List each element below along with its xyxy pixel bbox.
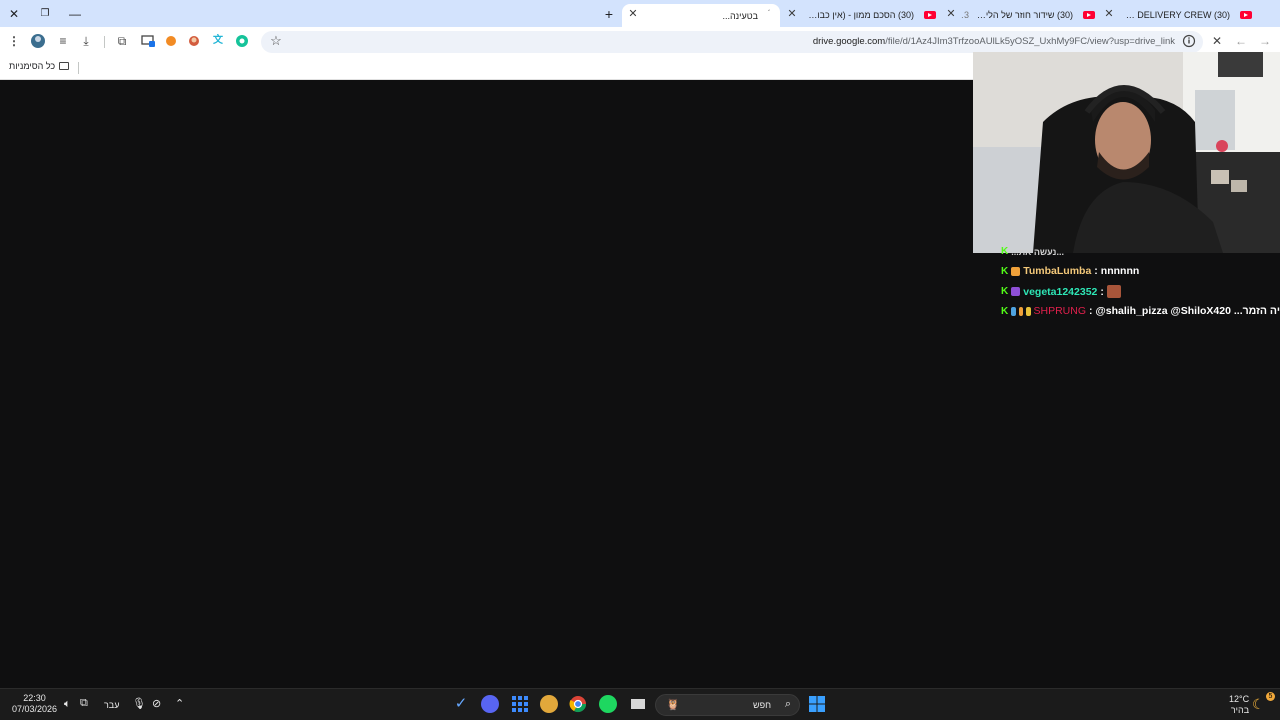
windows-start-icon[interactable] (808, 695, 826, 713)
chrome-app-icon[interactable] (569, 695, 587, 713)
back-arrow-icon[interactable]: ← (1233, 33, 1249, 49)
app-orange-icon[interactable] (540, 695, 558, 713)
volume-icon[interactable]: 🔈︎ (64, 698, 71, 711)
chat-emote-icon (1106, 285, 1121, 298)
steam-app-icon[interactable]: ✓ (452, 695, 470, 713)
clock-date: 07/03/2026 (12, 704, 58, 714)
clock[interactable]: 22:30 07/03/2026 (12, 693, 57, 715)
menu-kebab-icon[interactable]: ⋮ (6, 33, 22, 49)
search-placeholder: חפש (753, 700, 771, 710)
chat-username[interactable]: SHPRUNG (1034, 305, 1087, 317)
chat-message: nnnnnn (1100, 265, 1140, 277)
profile-avatar-icon[interactable] (30, 33, 46, 49)
toolbar-divider (104, 36, 105, 48)
close-window-icon[interactable]: ✕ (5, 6, 23, 22)
weather-temp: 12°C (1229, 694, 1250, 704)
tab-close-icon[interactable]: ✕ (944, 7, 958, 21)
chat-username[interactable]: vegeta1242352 (1023, 286, 1097, 298)
tab-delivery-crew[interactable]: (30) THE DELIVERY CREW (1117, 4, 1252, 26)
chat-message: @shalih_pizza @ShiloX420 ...יה הזמר (1095, 305, 1280, 317)
tab-loading-spinner-icon: ˊ (767, 9, 771, 18)
microphone-icon[interactable]: 🎙︎ (132, 697, 146, 710)
windows-taskbar: 22:30 07/03/2026 🔈︎ ⧉ עבר 🎙︎ ⊘ ⌃ ✓ 🦉 חפש… (0, 688, 1280, 720)
chat-separator: : (1089, 305, 1093, 317)
chat-partial-text: ...נעשה את... (1011, 246, 1064, 257)
chat-username[interactable]: TumbaLumba (1023, 265, 1091, 277)
badge-emote-icon (1011, 306, 1016, 316)
network-icon[interactable]: ⧉ (80, 697, 88, 710)
notification-count-badge[interactable]: 5 (1266, 692, 1275, 701)
tab-strip: ✕ ❐ — + בטעינה... ✕ ˊ (30) הסכם ממון - (… (0, 0, 1280, 27)
tab-close-icon[interactable]: ✕ (626, 7, 640, 21)
badge-emote-icon (1026, 306, 1031, 316)
weather-widget[interactable]: 12°C בהיר (1229, 694, 1249, 716)
new-tab-icon[interactable]: + (600, 6, 618, 22)
search-highlight-icon: 🦉 (666, 699, 680, 711)
url-text[interactable]: drive.google.com/file/d/1Az4JIm3TrfzooAU… (813, 36, 1175, 47)
chat-separator: : (1094, 265, 1098, 277)
tab-close-icon[interactable]: ✕ (785, 7, 799, 21)
minimize-window-icon[interactable]: — (66, 6, 84, 22)
taskbar-search[interactable]: 🦉 חפש ⌕ (655, 694, 800, 716)
tab-title: (30) הסכם ממון - (אין כבוד) - se (800, 10, 914, 20)
site-info-icon[interactable] (1181, 33, 1197, 49)
chat-line: K vegeta1242352 : (1001, 285, 1280, 298)
kick-badge-icon: K (1001, 265, 1009, 277)
bookmarks-divider (78, 62, 79, 74)
tab-loading[interactable]: בטעינה... (622, 4, 780, 27)
badge-emote-icon (1011, 287, 1021, 296)
tab-prenup-video[interactable]: (30) הסכם ממון - (אין כבוד) - se (800, 4, 936, 26)
tab-title: (30) THE DELIVERY CREW (1117, 10, 1230, 20)
tab-close-icon[interactable]: ✕ (1102, 7, 1116, 21)
stop-loading-icon[interactable]: ✕ (1209, 33, 1225, 49)
folder-icon (59, 62, 70, 70)
youtube-icon (1240, 11, 1252, 19)
tab-title: בטעינה... (722, 10, 758, 21)
forward-arrow-icon[interactable]: → (1257, 33, 1273, 49)
youtube-icon (1083, 11, 1095, 19)
all-bookmarks-label: כל הסימניות (9, 61, 56, 71)
streamer-camera-image (973, 52, 1280, 253)
cast-screen-icon[interactable] (140, 33, 156, 49)
extension-translate-icon[interactable]: 文 (210, 33, 226, 49)
chevron-up-icon[interactable]: ⌃ (175, 697, 184, 710)
extension-orange-icon[interactable] (163, 33, 179, 49)
extension-avatar-icon[interactable] (186, 33, 202, 49)
chat-separator: : (1100, 285, 1104, 298)
chat-line: K TumbaLumba : nnnnnn (1001, 265, 1280, 277)
chat-line: K SHPRUNG : @shalih_pizza @ShiloX420 ...… (1001, 305, 1280, 317)
kick-badge-icon: K (1001, 286, 1009, 297)
chat-line-partial: K ...נעשה את... (1001, 246, 1280, 257)
extension-grammarly-icon[interactable] (234, 33, 250, 49)
reading-list-icon[interactable]: ≡ (55, 33, 71, 49)
restore-window-icon[interactable]: ❐ (36, 6, 54, 22)
tab-title-extra: 23 (960, 10, 970, 20)
webcam-overlay (973, 52, 1280, 253)
discord-app-icon[interactable] (481, 695, 499, 713)
download-icon[interactable]: ⤓ (78, 33, 94, 49)
spotify-app-icon[interactable] (599, 695, 617, 713)
tab-live-replay[interactable]: (30) שידור חוזר של הלייב של 23 (960, 4, 1095, 26)
badge-emote-icon (1018, 306, 1024, 316)
language-indicator[interactable]: עבר (104, 700, 119, 710)
all-bookmarks-button[interactable]: כל הסימניות (9, 61, 70, 71)
extensions-puzzle-icon[interactable]: ⧉ (114, 33, 130, 49)
url-path: /file/d/1Az4JIm3TrfzooAUlLk5yOSZ_UxhMy9F… (885, 36, 1175, 47)
tab-title: (30) שידור חוזר של הלייב של (969, 10, 1073, 20)
kick-badge-icon: K (1001, 246, 1009, 257)
moon-icon: ☾ (1252, 696, 1265, 712)
kick-badge-icon: K (1001, 305, 1009, 317)
search-icon: ⌕ (784, 698, 791, 710)
url-host: drive.google.com (812, 36, 886, 47)
apps-grid-icon[interactable] (511, 695, 529, 713)
file-explorer-icon[interactable] (629, 695, 647, 713)
hidden-app-icon[interactable]: ⊘ (152, 697, 161, 710)
badge-emote-icon (1011, 266, 1021, 276)
clock-time: 22:30 (23, 693, 46, 703)
weather-desc: בהיר (1230, 705, 1250, 715)
youtube-icon (924, 11, 936, 19)
bookmark-star-icon[interactable]: ☆ (268, 33, 284, 49)
